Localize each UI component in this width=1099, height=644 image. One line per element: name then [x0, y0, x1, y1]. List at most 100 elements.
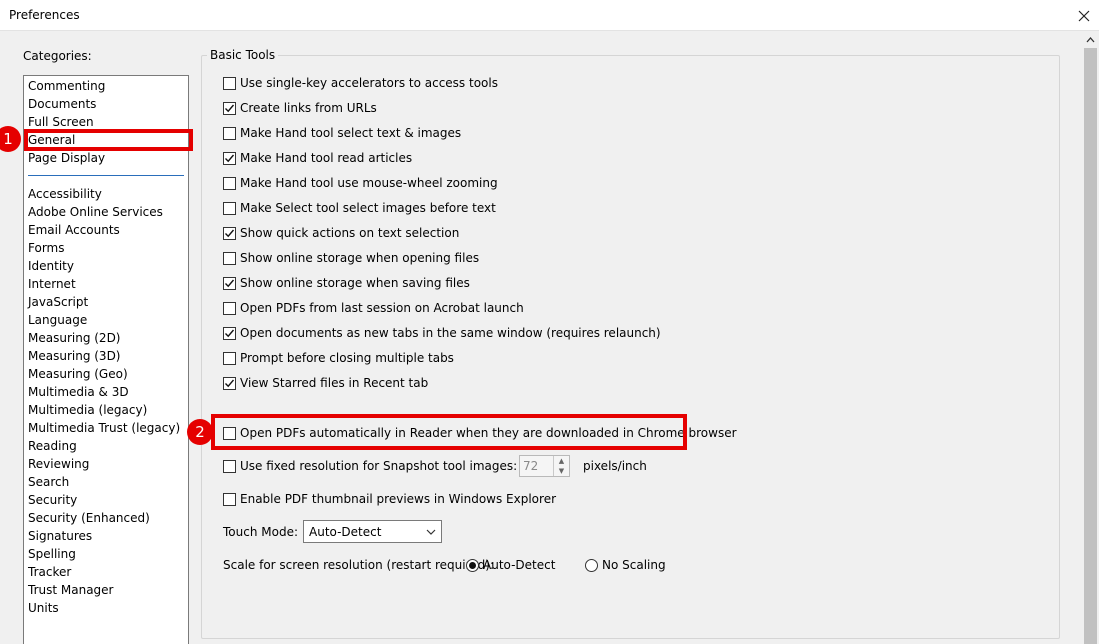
checkbox[interactable]: [223, 126, 236, 140]
spinner-down-icon[interactable]: ▼: [554, 466, 569, 476]
option-label: Show online storage when saving files: [240, 276, 470, 290]
option-label: Show quick actions on text selection: [240, 226, 460, 240]
category-item[interactable]: Reading: [28, 437, 77, 455]
chrome-option-checkbox[interactable]: [223, 426, 236, 440]
checkbox-checked[interactable]: [223, 326, 236, 340]
checkmark-icon: [224, 328, 235, 339]
radio-button[interactable]: [466, 558, 479, 572]
category-item[interactable]: Commenting: [28, 77, 105, 95]
scale-no-scaling-radio[interactable]: No Scaling: [585, 556, 666, 574]
checkbox[interactable]: [223, 251, 236, 265]
category-item[interactable]: Multimedia Trust (legacy): [28, 419, 180, 437]
title-bar: Preferences: [0, 0, 1099, 31]
checkbox[interactable]: [223, 176, 236, 190]
category-item[interactable]: Accessibility: [28, 185, 102, 203]
option-label: View Starred files in Recent tab: [240, 376, 429, 390]
category-item[interactable]: Search: [28, 473, 69, 491]
category-item[interactable]: JavaScript: [28, 293, 88, 311]
basic-tools-group: [201, 55, 1060, 639]
resolution-unit: pixels/inch: [583, 459, 647, 473]
category-item[interactable]: Security (Enhanced): [28, 509, 150, 527]
chevron-down-icon[interactable]: [421, 521, 441, 542]
checkbox-checked[interactable]: [223, 226, 236, 240]
category-item[interactable]: Page Display: [28, 149, 105, 167]
category-item[interactable]: Email Accounts: [28, 221, 120, 239]
basic-tools-option[interactable]: Show quick actions on text selection: [223, 224, 459, 242]
annotation-badge-1: 1: [0, 126, 21, 152]
category-item[interactable]: Trust Manager: [28, 581, 113, 599]
scroll-up-button[interactable]: [1082, 31, 1099, 48]
basic-tools-option[interactable]: Make Hand tool read articles: [223, 149, 412, 167]
checkmark-icon: [224, 103, 235, 114]
basic-tools-option[interactable]: Open PDFs from last session on Acrobat l…: [223, 299, 524, 317]
scale-auto-detect-label: Auto-Detect: [483, 558, 556, 572]
option-label: Make Hand tool select text & images: [240, 126, 462, 140]
checkmark-icon: [224, 228, 235, 239]
category-item[interactable]: Full Screen: [28, 113, 94, 131]
fixed-resolution-checkbox[interactable]: [223, 459, 236, 473]
basic-tools-option[interactable]: Make Select tool select images before te…: [223, 199, 496, 217]
basic-tools-option[interactable]: Open documents as new tabs in the same w…: [223, 324, 661, 342]
basic-tools-option[interactable]: Make Hand tool use mouse-wheel zooming: [223, 174, 498, 192]
category-item[interactable]: Tracker: [28, 563, 71, 581]
thumbnail-checkbox[interactable]: [223, 492, 236, 506]
option-label: Prompt before closing multiple tabs: [240, 351, 454, 365]
checkmark-icon: [224, 378, 235, 389]
spinner-up-icon[interactable]: ▲: [554, 456, 569, 466]
vertical-scrollbar[interactable]: [1082, 31, 1099, 644]
radio-button[interactable]: [585, 558, 598, 572]
basic-tools-option[interactable]: Show online storage when saving files: [223, 274, 470, 292]
category-item[interactable]: Measuring (Geo): [28, 365, 128, 383]
basic-tools-option[interactable]: Create links from URLs: [223, 99, 377, 117]
checkbox-checked[interactable]: [223, 276, 236, 290]
categories-label: Categories:: [23, 49, 92, 63]
checkbox[interactable]: [223, 301, 236, 315]
category-item[interactable]: Language: [28, 311, 87, 329]
resolution-spinner[interactable]: 72 ▲ ▼: [519, 455, 570, 477]
basic-tools-option[interactable]: Prompt before closing multiple tabs: [223, 349, 454, 367]
basic-tools-option[interactable]: Use single-key accelerators to access to…: [223, 74, 498, 92]
category-item[interactable]: Adobe Online Services: [28, 203, 163, 221]
chevron-up-icon: [1086, 36, 1095, 42]
checkbox[interactable]: [223, 351, 236, 365]
close-button[interactable]: [1069, 0, 1099, 31]
thumbnail-option[interactable]: Enable PDF thumbnail previews in Windows…: [223, 490, 556, 508]
checkbox-checked[interactable]: [223, 151, 236, 165]
checkmark-icon: [224, 153, 235, 164]
category-item[interactable]: Documents: [28, 95, 96, 113]
basic-tools-option[interactable]: View Starred files in Recent tab: [223, 374, 428, 392]
scroll-thumb[interactable]: [1084, 48, 1097, 644]
category-item[interactable]: Measuring (3D): [28, 347, 121, 365]
option-label: Create links from URLs: [240, 101, 377, 115]
fixed-resolution-label: Use fixed resolution for Snapshot tool i…: [240, 459, 518, 473]
category-item[interactable]: Multimedia (legacy): [28, 401, 147, 419]
category-item[interactable]: Measuring (2D): [28, 329, 121, 347]
touch-mode-select[interactable]: Auto-Detect: [303, 520, 442, 543]
category-item[interactable]: General: [28, 131, 75, 149]
category-item[interactable]: Spelling: [28, 545, 76, 563]
category-item[interactable]: Reviewing: [28, 455, 89, 473]
checkbox-checked[interactable]: [223, 101, 236, 115]
scale-no-scaling-label: No Scaling: [602, 558, 666, 572]
checkbox-checked[interactable]: [223, 376, 236, 390]
category-item[interactable]: Security: [28, 491, 77, 509]
category-item[interactable]: Units: [28, 599, 59, 617]
category-item[interactable]: Internet: [28, 275, 76, 293]
checkbox[interactable]: [223, 76, 236, 90]
category-item[interactable]: Multimedia & 3D: [28, 383, 129, 401]
annotation-badge-2: 2: [187, 419, 213, 445]
categories-list[interactable]: Commenting Documents Full Screen General Pag…: [23, 75, 189, 644]
basic-tools-option[interactable]: Make Hand tool select text & images: [223, 124, 461, 142]
checkbox[interactable]: [223, 201, 236, 215]
chrome-option[interactable]: Open PDFs automatically in Reader when t…: [223, 424, 737, 442]
category-item[interactable]: Identity: [28, 257, 74, 275]
option-label: Show online storage when opening files: [240, 251, 480, 265]
basic-tools-option[interactable]: Show online storage when opening files: [223, 249, 479, 267]
category-item[interactable]: Signatures: [28, 527, 92, 545]
thumbnail-label: Enable PDF thumbnail previews in Windows…: [240, 492, 557, 506]
resolution-value[interactable]: 72: [523, 459, 538, 473]
scale-auto-detect-radio[interactable]: Auto-Detect: [466, 556, 555, 574]
fixed-resolution-option[interactable]: Use fixed resolution for Snapshot tool i…: [223, 457, 517, 475]
category-item[interactable]: Forms: [28, 239, 64, 257]
checkmark-icon: [224, 278, 235, 289]
